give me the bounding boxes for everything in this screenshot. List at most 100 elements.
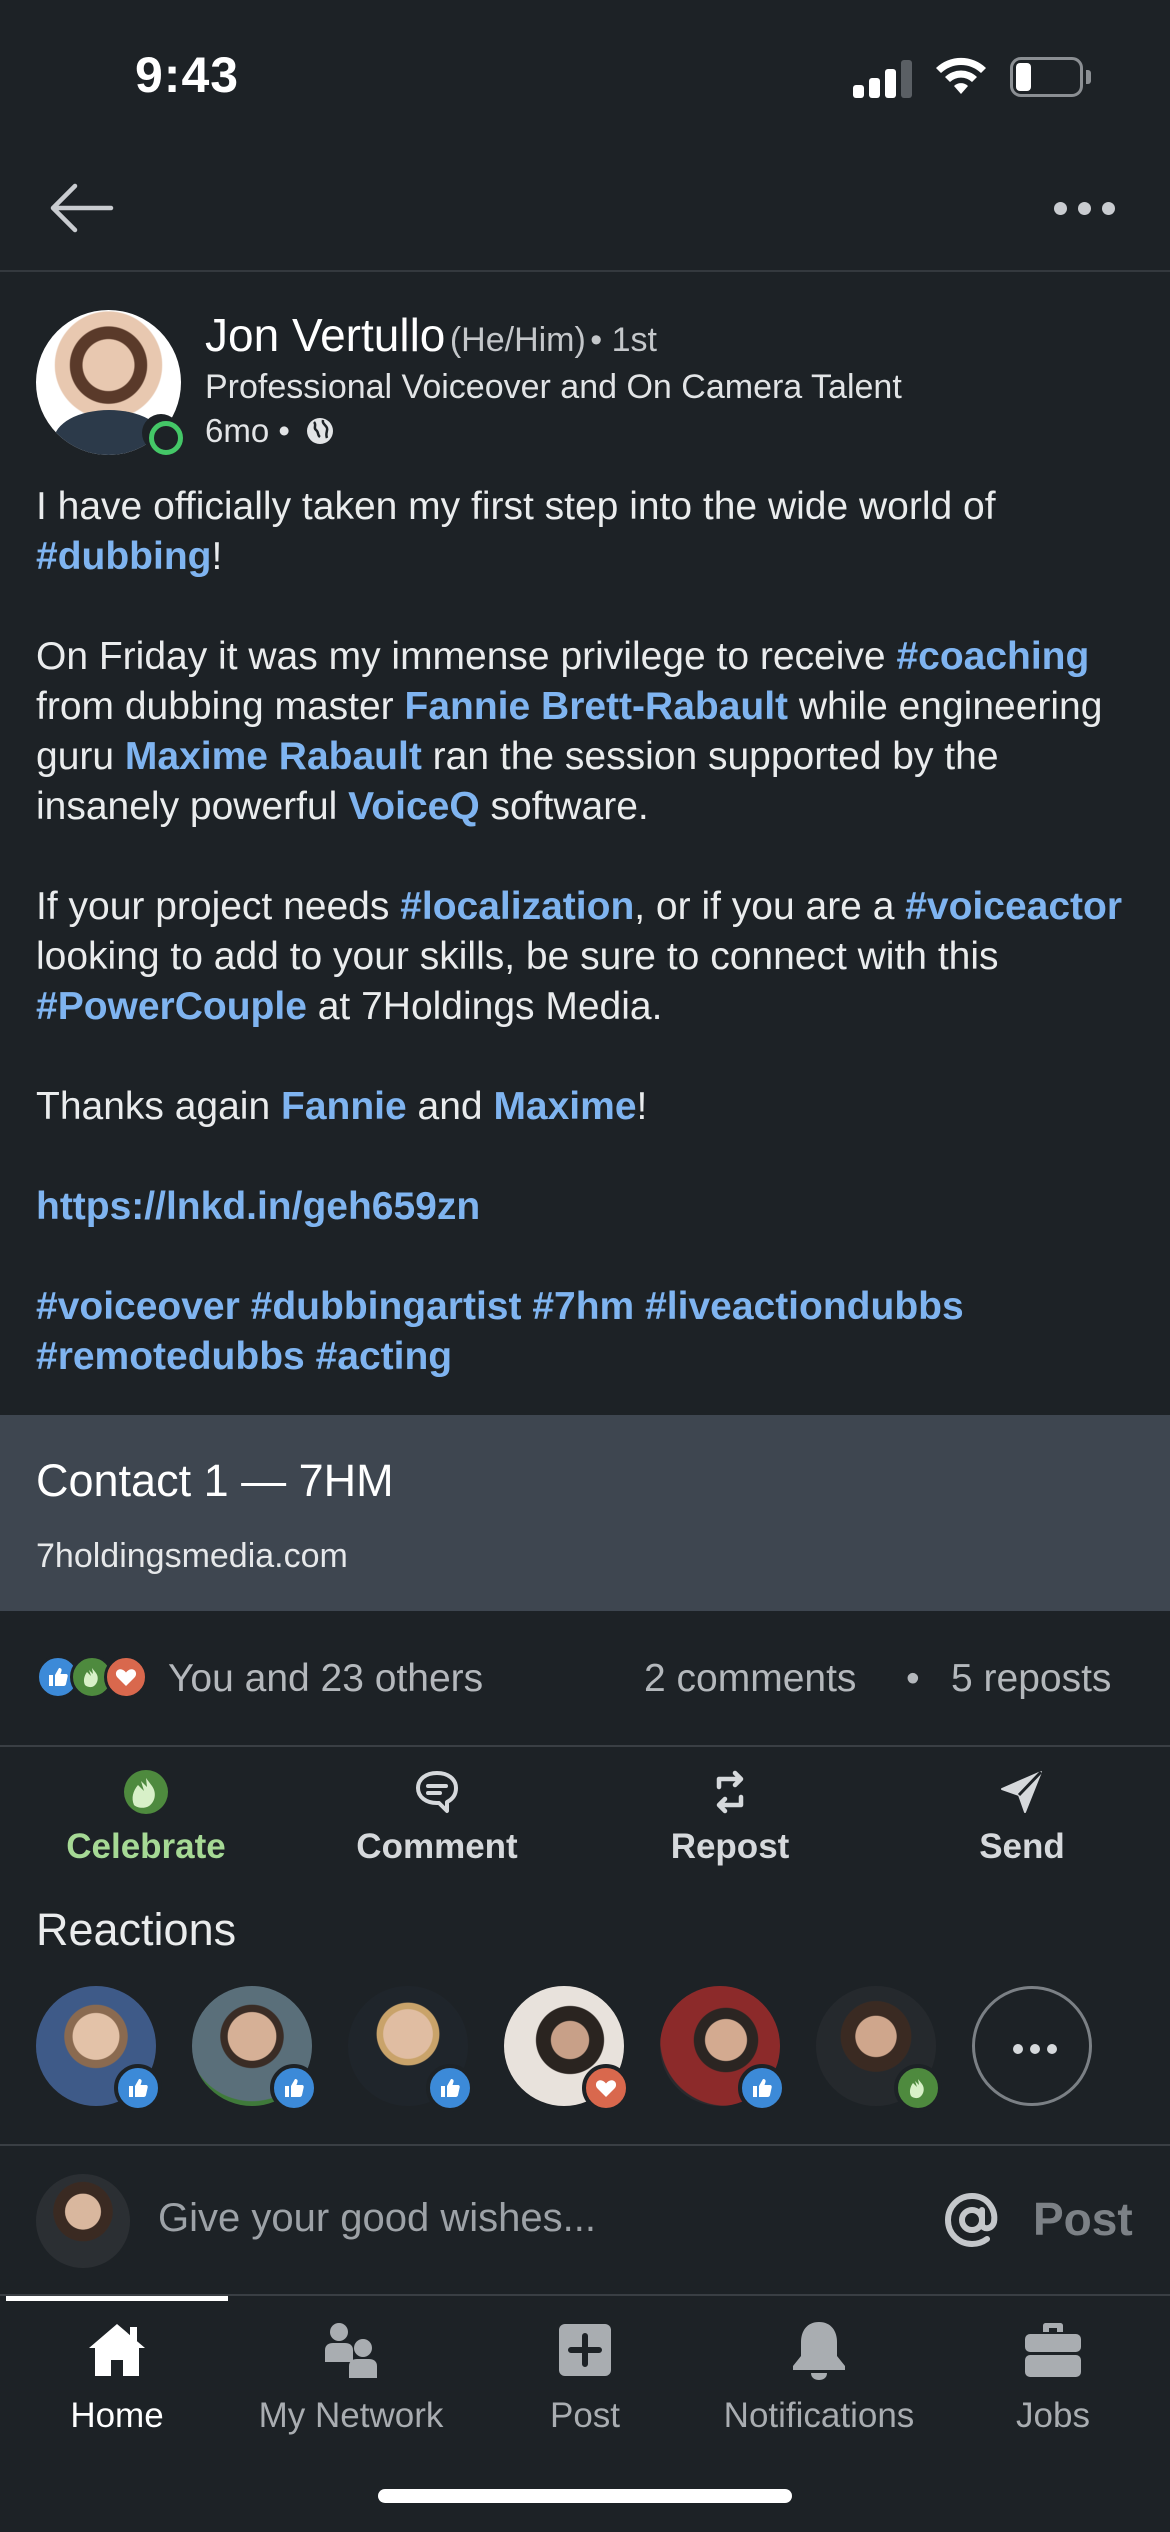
hashtag-link[interactable]: #PowerCouple — [36, 985, 307, 1028]
status-bar: 9:43 — [0, 0, 1170, 150]
repost-button[interactable]: Repost — [620, 1767, 840, 1867]
comments-count[interactable]: 2 comments — [644, 1657, 856, 1701]
mention-link[interactable]: Fannie — [281, 1085, 407, 1128]
comment-input[interactable] — [158, 2188, 918, 2248]
reactor-avatar[interactable] — [504, 1986, 630, 2112]
reactions-heading: Reactions — [36, 1904, 237, 1955]
post-detail-screen: 9:43 Jon Vertullo (He/Him) • 1st Profess… — [0, 0, 1170, 2532]
post-body: I have officially taken my first step in… — [36, 482, 1146, 1432]
hashtag-link[interactable]: #dubbingartist — [251, 1285, 522, 1328]
hashtag-link[interactable]: #coaching — [896, 635, 1089, 678]
reposts-count[interactable]: 5 reposts — [951, 1657, 1111, 1701]
like-badge-icon — [426, 2064, 474, 2112]
counts-separator: • — [906, 1657, 920, 1700]
post-text: I have officially taken my first step in… — [36, 485, 996, 528]
mention-link[interactable]: VoiceQ — [348, 785, 480, 828]
post-text: from dubbing master — [36, 685, 405, 728]
tab-jobs[interactable]: Jobs — [936, 2310, 1170, 2450]
like-badge-icon — [738, 2064, 786, 2112]
send-label: Send — [979, 1827, 1065, 1866]
tab-post-label: Post — [549, 2396, 621, 2435]
reactor-avatar[interactable] — [816, 1986, 942, 2112]
tab-notifications[interactable]: Notifications — [702, 2310, 936, 2450]
post-paragraph: On Friday it was my immense privilege to… — [36, 632, 1146, 832]
post-text: software. — [479, 785, 649, 828]
hashtag-link[interactable]: #remotedubbs — [36, 1335, 305, 1378]
comment-button[interactable]: Comment — [327, 1767, 547, 1867]
comment-label: Comment — [356, 1827, 518, 1866]
reaction-icons-stack[interactable] — [36, 1655, 156, 1701]
hashtag-link[interactable]: #acting — [316, 1335, 453, 1378]
more-reactions-button[interactable] — [972, 1986, 1092, 2106]
globe-icon — [307, 418, 334, 444]
mention-link[interactable]: Fannie Brett-Rabault — [405, 685, 789, 728]
send-button[interactable]: Send — [912, 1767, 1132, 1867]
hashtag-link[interactable]: #localization — [400, 885, 634, 928]
post-header: Jon Vertullo (He/Him) • 1st Professional… — [0, 272, 1170, 462]
love-reaction-icon — [104, 1655, 148, 1699]
tab-my-network[interactable]: My Network — [234, 2310, 468, 2450]
tab-home[interactable]: Home — [0, 2310, 234, 2450]
tab-home-label: Home — [70, 2396, 164, 2435]
reactions-summary[interactable]: You and 23 others — [168, 1657, 483, 1701]
post-paragraph: If your project needs #localization, or … — [36, 882, 1146, 1032]
hashtag-link[interactable]: #dubbing — [36, 535, 211, 578]
post-text: On Friday it was my immense privilege to… — [36, 635, 897, 678]
mention-link[interactable]: Maxime Rabault — [125, 735, 422, 778]
hashtag-link[interactable]: #voiceactor — [905, 885, 1122, 928]
post-text: and — [406, 1085, 494, 1128]
hashtag-link[interactable]: #7hm — [532, 1285, 634, 1328]
post-action-bar: Celebrate Comment Repost Send — [0, 1749, 1170, 1879]
post-comment-button[interactable]: Post — [1033, 2192, 1133, 2246]
current-user-avatar — [36, 2174, 130, 2268]
like-badge-icon — [114, 2064, 162, 2112]
mention-at-icon[interactable] — [940, 2188, 1004, 2252]
wifi-icon — [936, 57, 986, 94]
home-icon — [89, 2324, 145, 2376]
active-tab-indicator — [6, 2296, 228, 2301]
celebrate-label: Celebrate — [66, 1827, 226, 1866]
back-arrow-icon[interactable] — [45, 178, 117, 238]
reactor-avatar[interactable] — [660, 1986, 786, 2112]
celebrate-button[interactable]: Celebrate — [36, 1767, 256, 1867]
reactor-avatar[interactable] — [348, 1986, 474, 2112]
top-navigation-bar — [0, 150, 1170, 272]
post-text: ! — [211, 535, 223, 578]
post-age: 6mo • — [205, 412, 290, 449]
post-text: , or if you are a — [634, 885, 906, 928]
tab-jobs-label: Jobs — [1016, 2396, 1090, 2435]
cellular-signal-icon — [853, 58, 913, 98]
mention-link[interactable]: Maxime — [493, 1085, 636, 1128]
like-badge-icon — [270, 2064, 318, 2112]
repost-label: Repost — [670, 1827, 790, 1866]
love-badge-icon — [582, 2064, 630, 2112]
celebrate-badge-icon — [894, 2064, 942, 2112]
home-indicator[interactable] — [378, 2489, 792, 2503]
send-icon — [1001, 1770, 1043, 1813]
post-text: If your project needs — [36, 885, 401, 928]
author-name[interactable]: Jon Vertullo — [205, 309, 445, 361]
social-counts: You and 23 others 2 comments • 5 reposts — [0, 1611, 1170, 1747]
author-line: Jon Vertullo (He/Him) • 1st — [205, 308, 657, 362]
bell-icon — [793, 2322, 845, 2380]
online-status-indicator — [142, 414, 183, 455]
reactor-avatar[interactable] — [192, 1986, 318, 2112]
link-preview-title: Contact 1 — 7HM — [36, 1455, 394, 1506]
post-icon — [559, 2324, 611, 2376]
network-icon — [325, 2323, 377, 2378]
post-paragraph: Thanks again Fannie and Maxime! — [36, 1082, 1146, 1132]
more-options-icon[interactable] — [1050, 196, 1120, 220]
post-text: looking to add to your skills, be sure t… — [36, 935, 999, 978]
author-headline: Professional Voiceover and On Camera Tal… — [205, 368, 902, 406]
reactor-avatar[interactable] — [36, 1986, 162, 2112]
post-paragraph: https://lnkd.in/geh659zn — [36, 1182, 1146, 1232]
tab-post[interactable]: Post — [468, 2310, 702, 2450]
link-preview-domain: 7holdingsmedia.com — [36, 1537, 348, 1575]
comment-icon — [416, 1771, 458, 1813]
link-preview-card[interactable]: Contact 1 — 7HM 7holdingsmedia.com — [0, 1415, 1170, 1611]
hashtag-link[interactable]: #voiceover — [36, 1285, 240, 1328]
hashtag-link[interactable]: #liveactiondubbs — [645, 1285, 964, 1328]
post-text: ! — [636, 1085, 648, 1128]
post-url-link[interactable]: https://lnkd.in/geh659zn — [36, 1185, 480, 1228]
celebrate-icon — [124, 1770, 168, 1814]
